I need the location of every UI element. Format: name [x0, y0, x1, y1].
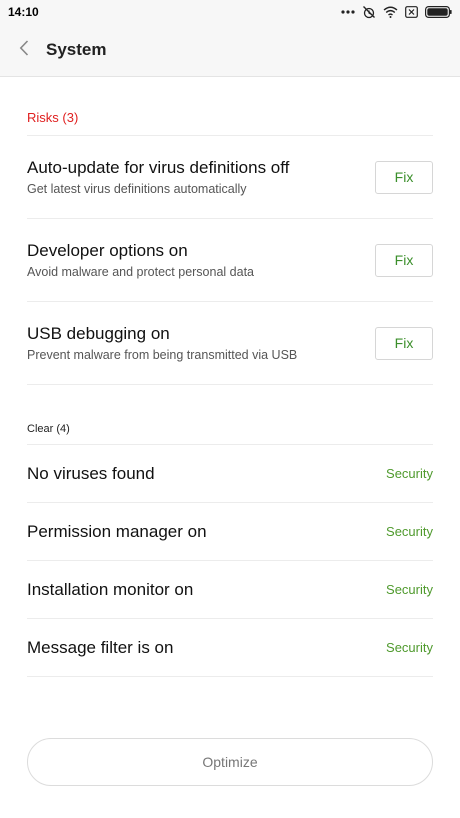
risk-item-subtitle: Get latest virus definitions automatical…: [27, 182, 247, 196]
app-header: System: [0, 24, 460, 77]
clear-item-title: Permission manager on: [27, 521, 207, 541]
risk-item-auto-update: Auto-update for virus definitions off Ge…: [27, 136, 433, 219]
clear-heading: Clear (4): [27, 414, 433, 445]
risk-item-title: Developer options on: [27, 241, 188, 260]
sim-card-icon: [405, 6, 418, 18]
security-tag: Security: [386, 524, 433, 539]
clear-item-message-filter[interactable]: Message filter is on Security: [27, 619, 433, 677]
risk-item-title: Auto-update for virus definitions off: [27, 158, 290, 177]
clear-item-title: Message filter is on: [27, 637, 174, 657]
risk-item-subtitle: Prevent malware from being transmitted v…: [27, 348, 298, 362]
risk-item-usb-debugging: USB debugging on Prevent malware from be…: [27, 302, 433, 385]
clear-item-installation-monitor[interactable]: Installation monitor on Security: [27, 561, 433, 619]
optimize-button[interactable]: Optimize: [27, 738, 433, 786]
security-tag: Security: [386, 466, 433, 481]
back-button[interactable]: [0, 24, 48, 77]
clear-item-permission-manager[interactable]: Permission manager on Security: [27, 503, 433, 561]
status-time: 14:10: [8, 5, 39, 19]
fix-button-developer-options[interactable]: Fix: [375, 243, 433, 277]
fix-button-auto-update[interactable]: Fix: [375, 160, 433, 194]
clear-item-title: No viruses found: [27, 463, 155, 483]
risks-heading: Risks (3): [27, 100, 433, 136]
status-bar: 14:10: [0, 0, 460, 24]
status-icons: [341, 5, 452, 19]
risk-item-title: USB debugging on: [27, 324, 170, 343]
chevron-left-icon: [19, 39, 29, 61]
risk-item-subtitle: Avoid malware and protect personal data: [27, 265, 254, 279]
security-tag: Security: [386, 582, 433, 597]
security-tag: Security: [386, 640, 433, 655]
clear-item-title: Installation monitor on: [27, 579, 194, 599]
wifi-icon: [383, 6, 398, 18]
clear-item-no-viruses[interactable]: No viruses found Security: [27, 445, 433, 503]
fix-button-usb-debugging[interactable]: Fix: [375, 326, 433, 360]
risk-item-developer-options: Developer options on Avoid malware and p…: [27, 219, 433, 302]
battery-icon: [425, 6, 452, 18]
page-title: System: [46, 40, 107, 59]
more-dots-icon: [341, 9, 355, 15]
alarm-off-icon: [362, 5, 376, 19]
